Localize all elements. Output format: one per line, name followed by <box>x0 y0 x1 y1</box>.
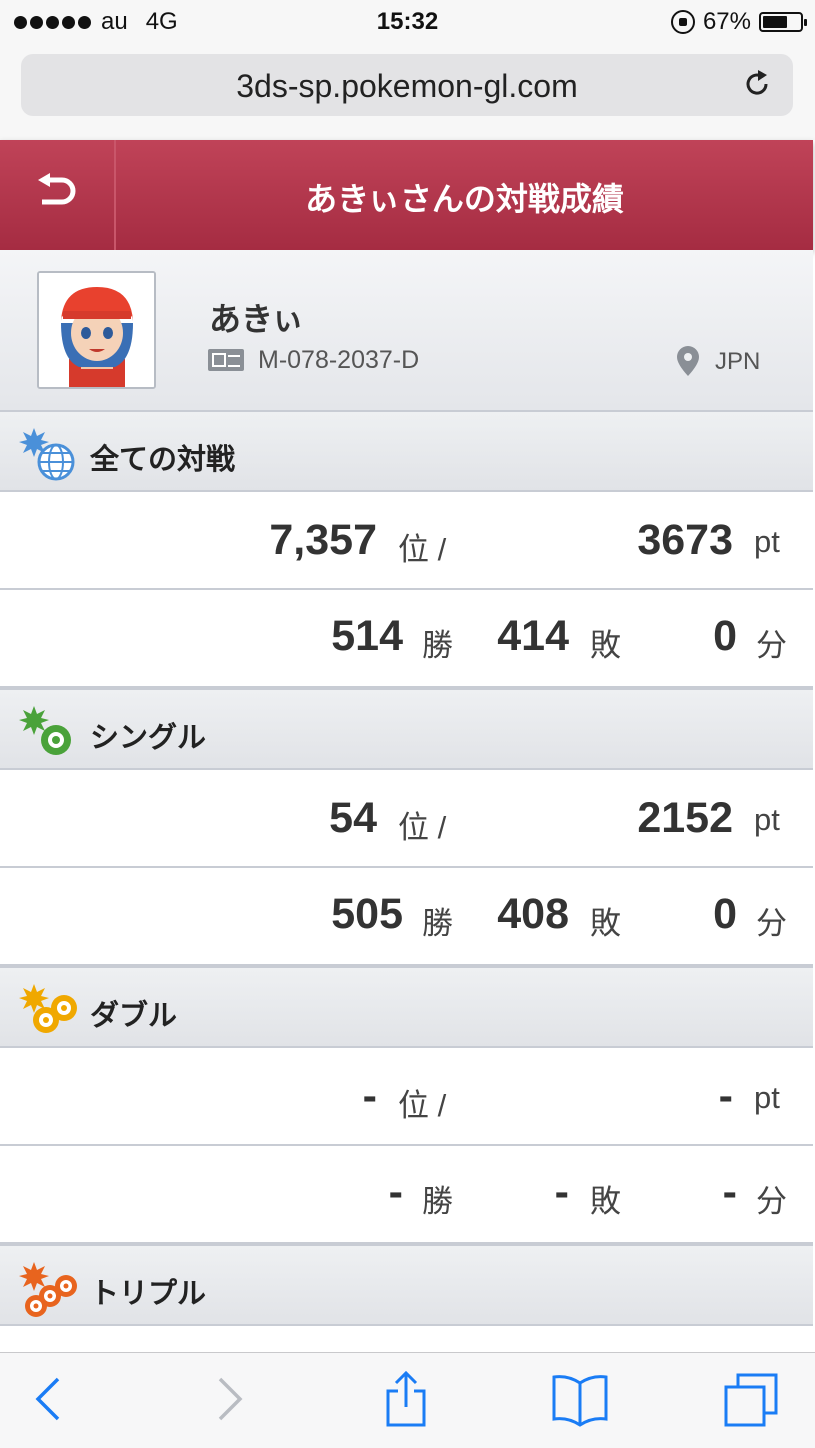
points-value: - <box>718 1072 733 1120</box>
points-value: 3673 <box>637 516 733 564</box>
battery-icon <box>759 12 807 32</box>
section-title-all: 全ての対戦 <box>90 444 236 476</box>
rank-row-double: - 位 / - pt <box>0 1050 813 1146</box>
draws-value: 0 <box>713 890 737 938</box>
back-arrow-icon[interactable] <box>34 173 78 213</box>
reload-icon[interactable] <box>739 66 775 102</box>
section-title-double: ダブル <box>90 1000 178 1032</box>
globe-battle-icon <box>19 428 75 481</box>
rank-unit: 位 / <box>398 810 447 845</box>
share-icon[interactable] <box>382 1369 430 1429</box>
draws-value: 0 <box>713 612 737 660</box>
status-bar: au 4G 15:32 67% <box>0 0 815 44</box>
draws-unit: 分 <box>756 1184 787 1219</box>
avatar <box>37 271 156 389</box>
wins-value: 505 <box>331 890 403 938</box>
section-title-triple: トリプル <box>90 1278 207 1310</box>
losses-unit: 敗 <box>590 906 621 941</box>
player-region: JPN <box>715 348 761 375</box>
wins-unit: 勝 <box>422 628 453 663</box>
rank-row-single: 54 位 / 2152 pt <box>0 772 813 868</box>
rank-value: 7,357 <box>269 516 377 564</box>
section-header-double: ダブル <box>0 966 813 1048</box>
rank-value: - <box>362 1072 377 1120</box>
record-row-all: 514 勝 414 敗 0 分 <box>0 592 813 688</box>
address-bar-area: 3ds-sp.pokemon-gl.com <box>0 44 815 140</box>
section-header-single: シングル <box>0 688 813 770</box>
tabs-icon[interactable] <box>722 1371 780 1429</box>
draws-unit: 分 <box>756 628 787 663</box>
points-unit: pt <box>754 1080 780 1115</box>
battery-percent: 67% <box>702 8 751 35</box>
points-unit: pt <box>754 524 780 559</box>
trainer-avatar-icon <box>39 273 154 387</box>
points-value: 2152 <box>637 794 733 842</box>
rank-row-all: 7,357 位 / 3673 pt <box>0 494 813 590</box>
points-unit: pt <box>754 802 780 837</box>
url-text[interactable]: 3ds-sp.pokemon-gl.com <box>21 68 793 105</box>
back-button[interactable] <box>0 140 116 250</box>
losses-unit: 敗 <box>590 628 621 663</box>
page-title: あきぃさんの対戦成績 <box>305 181 624 217</box>
player-name: あきぃ <box>209 301 304 337</box>
draws-value: - <box>722 1168 737 1216</box>
section-header-triple: トリプル <box>0 1244 813 1326</box>
draws-unit: 分 <box>756 906 787 941</box>
battery-fill <box>763 16 788 28</box>
record-row-double: - 勝 - 敗 - 分 <box>0 1148 813 1244</box>
section-title-single: シングル <box>90 722 207 754</box>
losses-value: 414 <box>497 612 569 660</box>
bookmarks-icon[interactable] <box>550 1373 610 1427</box>
section-header-all: 全ての対戦 <box>0 410 813 492</box>
profile-card: あきぃ M-078-2037-D JPN <box>0 250 813 412</box>
rank-unit: 位 / <box>398 532 447 567</box>
double-battle-icon <box>19 984 77 1033</box>
losses-unit: 敗 <box>590 1184 621 1219</box>
single-battle-icon <box>19 706 71 755</box>
status-right: 67% <box>670 8 807 36</box>
forward-nav-icon[interactable] <box>216 1375 244 1423</box>
id-card-icon <box>208 349 244 371</box>
wins-unit: 勝 <box>422 906 453 941</box>
browser-toolbar <box>0 1352 815 1448</box>
rotation-lock-icon <box>670 10 695 34</box>
rank-value: 54 <box>329 794 377 842</box>
wins-value: 514 <box>331 612 403 660</box>
wins-unit: 勝 <box>422 1184 453 1219</box>
back-nav-icon[interactable] <box>34 1375 62 1423</box>
rank-unit: 位 / <box>398 1088 447 1123</box>
losses-value: 408 <box>497 890 569 938</box>
page-header: あきぃさんの対戦成績 <box>0 140 813 250</box>
losses-value: - <box>554 1168 569 1216</box>
triple-battle-icon <box>19 1262 77 1317</box>
address-bar[interactable]: 3ds-sp.pokemon-gl.com <box>21 54 793 116</box>
location-pin-icon <box>677 346 699 376</box>
record-row-single: 505 勝 408 敗 0 分 <box>0 870 813 966</box>
player-id: M-078-2037-D <box>258 346 420 374</box>
wins-value: - <box>388 1168 403 1216</box>
